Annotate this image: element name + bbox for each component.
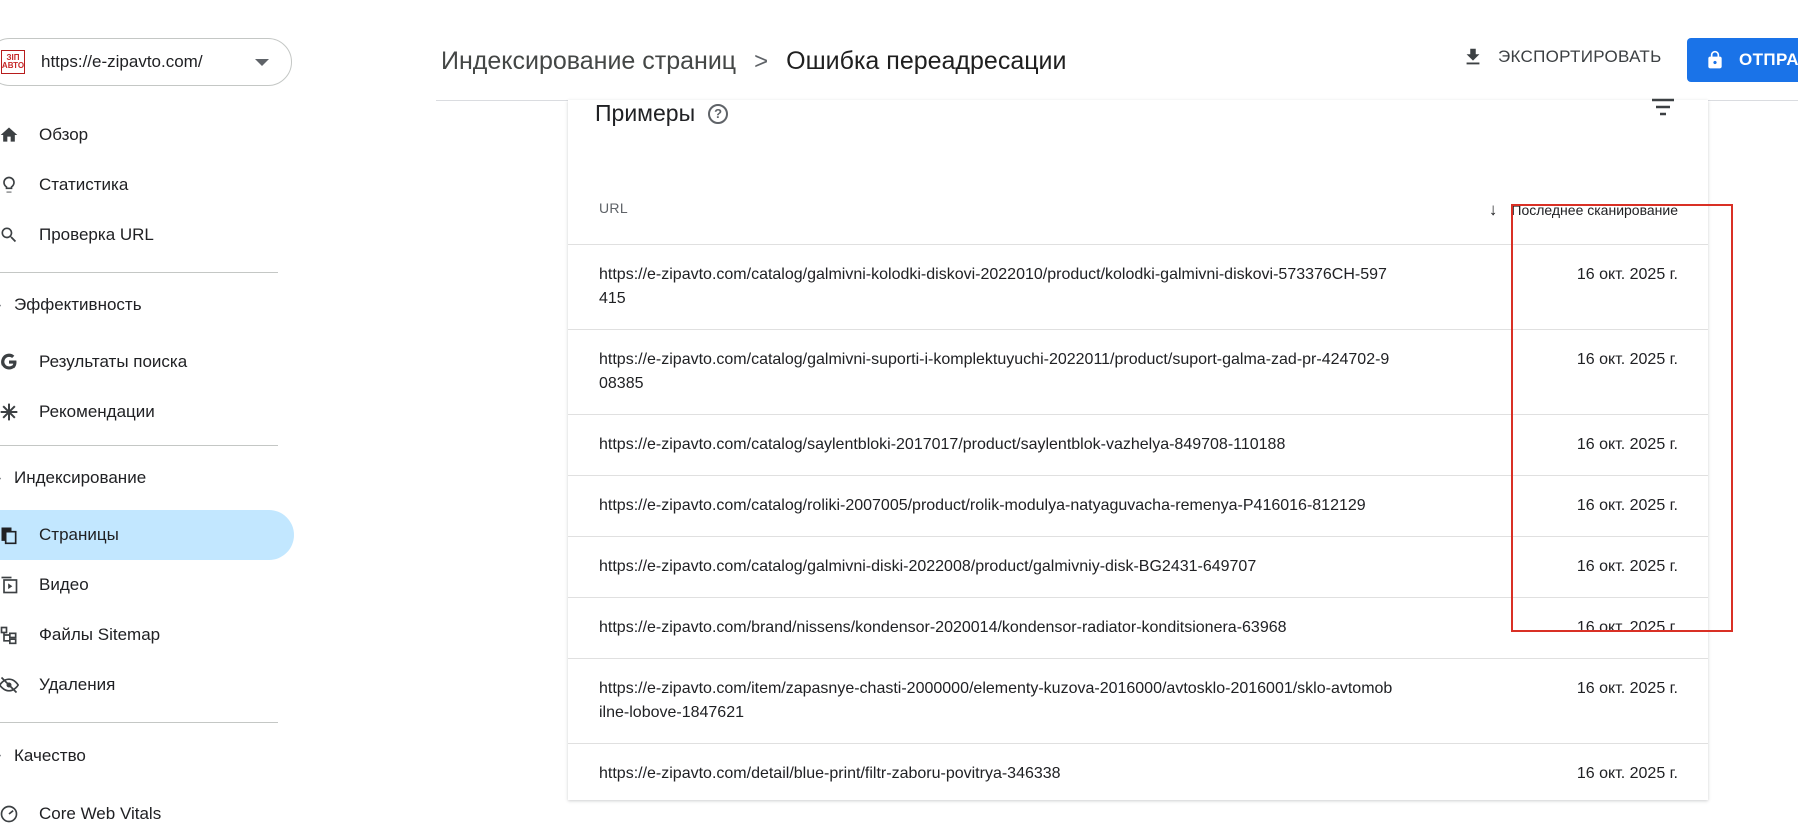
row-url: https://e-zipavto.com/catalog/saylentblo…	[599, 436, 1286, 453]
help-icon[interactable]: ?	[708, 103, 729, 124]
property-url: https://e-zipavto.com/	[41, 52, 203, 71]
export-button[interactable]: ЭКСПОРТИРОВАТЬ	[1462, 46, 1662, 68]
chevron-down-icon: ▾	[0, 302, 1, 313]
row-last-crawl-date: 16 окт. 2025 г.	[1576, 680, 1678, 697]
column-header-last-crawl[interactable]: ↓ Последнее сканирование	[1489, 200, 1678, 220]
property-selector[interactable]: ЗІП АВТО https://e-zipavto.com/	[0, 38, 292, 86]
google-g-icon	[0, 351, 20, 373]
row-last-crawl-date: 16 окт. 2025 г.	[1576, 266, 1678, 283]
table-row[interactable]: https://e-zipavto.com/catalog/galmivni-k…	[568, 244, 1708, 329]
row-url: https://e-zipavto.com/catalog/galmivni-s…	[599, 351, 1390, 392]
chevron-down-icon: ▾	[0, 475, 1, 486]
breadcrumb: Индексирование страниц > Ошибка переадре…	[441, 47, 1066, 76]
submit-button[interactable]: ОТПРА	[1687, 38, 1798, 82]
lightbulb-icon	[0, 174, 20, 196]
section-experience[interactable]: ▾ Качество	[0, 723, 300, 789]
row-last-crawl-date: 16 окт. 2025 г.	[1576, 765, 1678, 782]
submit-button-label: ОТПРА	[1739, 50, 1798, 69]
examples-title: Примеры	[595, 100, 696, 126]
row-url: https://e-zipavto.com/catalog/galmivni-k…	[599, 266, 1387, 307]
sidebar-item-pages[interactable]: Страницы	[0, 510, 294, 560]
table-row[interactable]: https://e-zipavto.com/item/zapasnye-chas…	[568, 658, 1708, 743]
examples-title-row: Примеры ?	[595, 100, 729, 127]
chevron-down-icon	[255, 59, 269, 66]
row-url: https://e-zipavto.com/item/zapasnye-chas…	[599, 680, 1393, 721]
examples-table: https://e-zipavto.com/catalog/galmivni-k…	[568, 244, 1708, 804]
page-header: Индексирование страниц > Ошибка переадре…	[436, 0, 1798, 101]
section-performance[interactable]: ▾ Эффективность	[0, 273, 300, 337]
arrow-down-icon: ↓	[1488, 200, 1498, 219]
filter-icon[interactable]	[1650, 96, 1676, 120]
examples-card: Примеры ? URL ↓ Последнее сканирование h…	[568, 98, 1708, 800]
row-url: https://e-zipavto.com/detail/blue-print/…	[599, 765, 1061, 782]
row-last-crawl-date: 16 окт. 2025 г.	[1576, 436, 1678, 453]
row-last-crawl-date: 16 окт. 2025 г.	[1576, 558, 1678, 575]
table-row[interactable]: https://e-zipavto.com/catalog/saylentblo…	[568, 414, 1708, 475]
pages-icon	[0, 524, 20, 546]
sidebar-item-search-results[interactable]: Результаты поиска	[0, 337, 300, 387]
column-header-last-crawl-label: Последнее сканирование	[1511, 202, 1678, 218]
table-row[interactable]: https://e-zipavto.com/catalog/roliki-200…	[568, 475, 1708, 536]
sidebar-item-video[interactable]: Видео	[0, 560, 300, 610]
export-button-label: ЭКСПОРТИРОВАТЬ	[1498, 47, 1662, 66]
chevron-down-icon: ▾	[0, 752, 1, 763]
section-indexing[interactable]: ▾ Индексирование	[0, 446, 300, 510]
table-row[interactable]: https://e-zipavto.com/catalog/galmivni-d…	[568, 536, 1708, 597]
home-icon	[0, 124, 20, 146]
row-last-crawl-date: 16 окт. 2025 г.	[1576, 497, 1678, 514]
sitemap-icon	[0, 624, 20, 646]
row-url: https://e-zipavto.com/brand/nissens/kond…	[599, 619, 1287, 636]
chevron-right-icon: >	[754, 47, 769, 75]
gauge-icon	[0, 803, 20, 825]
lock-icon	[1705, 49, 1725, 71]
sidebar-item-removals[interactable]: Удаления	[0, 660, 300, 710]
page-title: Ошибка переадресации	[786, 47, 1067, 75]
column-header-url[interactable]: URL	[599, 200, 628, 216]
search-icon	[0, 224, 20, 246]
sidebar-item-recommendations[interactable]: Рекомендации	[0, 387, 300, 437]
sidebar-item-core-web-vitals[interactable]: Core Web Vitals	[0, 789, 300, 839]
eye-off-icon	[0, 674, 20, 696]
sidebar-item-insights[interactable]: Статистика	[0, 160, 300, 210]
table-row[interactable]: https://e-zipavto.com/brand/nissens/kond…	[568, 597, 1708, 658]
sidebar-item-sitemaps[interactable]: Файлы Sitemap	[0, 610, 300, 660]
row-last-crawl-date: 16 окт. 2025 г.	[1576, 619, 1678, 636]
download-icon	[1462, 46, 1484, 68]
sidebar-item-url-inspection[interactable]: Проверка URL	[0, 210, 300, 260]
breadcrumb-parent[interactable]: Индексирование страниц	[441, 47, 736, 76]
sidebar-nav: Обзор Статистика Проверка URL ▾ Эффектив…	[0, 110, 300, 839]
row-url: https://e-zipavto.com/catalog/roliki-200…	[599, 497, 1366, 514]
video-icon	[0, 574, 20, 596]
property-logo: ЗІП АВТО	[1, 50, 25, 74]
table-row[interactable]: https://e-zipavto.com/detail/blue-print/…	[568, 743, 1708, 804]
sidebar-item-overview[interactable]: Обзор	[0, 110, 300, 160]
row-url: https://e-zipavto.com/catalog/galmivni-d…	[599, 558, 1257, 575]
row-last-crawl-date: 16 окт. 2025 г.	[1576, 351, 1678, 368]
table-row[interactable]: https://e-zipavto.com/catalog/galmivni-s…	[568, 329, 1708, 414]
asterisk-icon	[0, 401, 20, 423]
